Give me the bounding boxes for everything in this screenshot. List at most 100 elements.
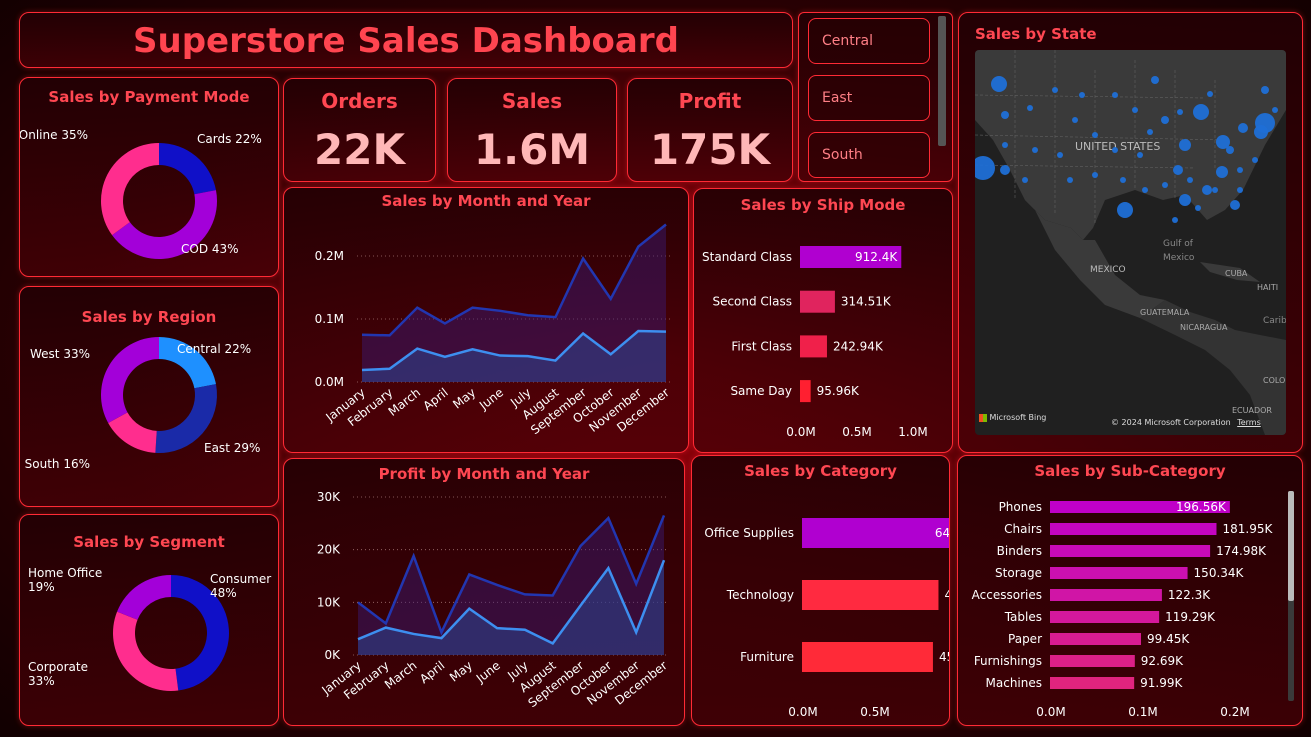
map-bubble-46 — [1272, 107, 1278, 113]
map-bubble-39 — [1002, 142, 1008, 148]
map-label-ecuador: ECUADOR — [1232, 406, 1272, 415]
map-bubble-11 — [1179, 194, 1191, 206]
category-value-label-0: 643.71K — [935, 526, 949, 540]
bing-logo: Microsoft Bing — [979, 413, 1046, 422]
segment-donut[interactable]: Consumer 48% Corporate 33% Home Office 19% — [20, 555, 278, 725]
category-panel: Sales by Category Office Supplies 643.71K… — [691, 455, 950, 726]
map-bubble-32 — [1092, 172, 1098, 178]
dashboard-title: Superstore Sales Dashboard — [133, 21, 679, 61]
map-bubble-45 — [1261, 86, 1269, 94]
map-bubble-2 — [1000, 165, 1010, 175]
ship-mode-chart[interactable]: Standard Class 912.4K Second Class 314.51K F… — [694, 221, 952, 451]
profit_month-y-tick-3: 30K — [317, 490, 341, 504]
sales_month-y-tick-1: 0.1M — [315, 312, 344, 326]
payment-slice-label-1: COD 43% — [181, 242, 239, 256]
segment-slice-label-1: Corporate 33% — [28, 660, 88, 688]
region-panel: Sales by Region Central 22% East 29% South… — [19, 286, 279, 507]
profit-month-panel: Profit by Month and Year 0K 10K 20K 30K Janu… — [283, 458, 685, 726]
region-slicer: Central East South — [798, 12, 953, 182]
map-bubble-33 — [1120, 177, 1126, 183]
slicer-item-central[interactable]: Central — [808, 18, 930, 64]
subcategory-bar-1 — [1050, 523, 1217, 535]
payment-slice-2 — [101, 143, 159, 236]
subcategory-category-label-4: Accessories — [972, 588, 1042, 602]
state-sales-map[interactable]: UNITED STATESGulf of MexicoMEXICO CUBAHAIT… — [975, 50, 1286, 435]
subcategory-value-label-8: 91.99K — [1140, 676, 1183, 690]
map-bubble-0 — [991, 76, 1007, 92]
terms-link[interactable]: Terms — [1237, 418, 1261, 427]
sales-month-title: Sales by Month and Year — [381, 192, 591, 210]
region-title: Sales by Region — [81, 308, 217, 326]
map-bubble-38 — [1237, 187, 1243, 193]
subcategory-value-label-0: 196.56K — [1176, 500, 1227, 514]
map-bubble-44 — [1132, 107, 1138, 113]
subcategory-category-label-3: Storage — [995, 566, 1042, 580]
profit-month-chart[interactable]: 0K10K20K30KJanuaryFebruaryMarchApril MayJ… — [284, 485, 684, 726]
sales_month-x-tick-2: March — [386, 385, 423, 419]
profit_month-y-tick-0: 0K — [324, 648, 341, 662]
category-value-label-2: 451.51K — [939, 650, 949, 664]
subcategory-bar-4 — [1050, 589, 1162, 601]
payment-mode-donut[interactable]: Cards 22% COD 43% Online 35% — [20, 112, 278, 272]
segment-slice-label-0: Consumer 48% — [210, 572, 271, 600]
category-value-label-1: 470.59K — [944, 588, 949, 602]
map-bubble-26 — [1207, 91, 1213, 97]
subcategory-category-label-1: Chairs — [1004, 522, 1042, 536]
subcategory-scrollbar[interactable] — [1288, 491, 1294, 701]
profit_month-x-tick-3: April — [417, 658, 447, 686]
category-category-label-2: Furniture — [740, 650, 794, 664]
subcategory-scroll-thumb[interactable] — [1288, 491, 1294, 601]
ship_mode-bar-3 — [800, 380, 811, 403]
subcategory-value-label-4: 122.3K — [1168, 588, 1211, 602]
map-bubble-21 — [1112, 147, 1118, 153]
subcategory-value-label-3: 150.34K — [1194, 566, 1245, 580]
map-bubble-13 — [1230, 200, 1240, 210]
slicer-item-east[interactable]: East — [808, 75, 930, 121]
map-bubble-22 — [1137, 152, 1143, 158]
map-bubble-25 — [1177, 109, 1183, 115]
map-label-nicaragua: NICARAGUA — [1180, 323, 1228, 332]
map-bubble-15 — [1173, 165, 1183, 175]
slicer-item-south[interactable]: South — [808, 132, 930, 178]
subcategory-bar-8 — [1050, 677, 1135, 689]
region-slice-3 — [101, 337, 159, 423]
map-bubble-19 — [1072, 117, 1078, 123]
map-bubble-12 — [1117, 202, 1133, 218]
slicer-scrollbar[interactable] — [938, 16, 946, 146]
payment-mode-panel: Sales by Payment Mode Cards 22% COD 43% On… — [19, 77, 279, 277]
subcategory-category-label-0: Phones — [999, 500, 1042, 514]
map-bubble-42 — [1079, 92, 1085, 98]
category-bar-2 — [802, 642, 933, 672]
profit_month-x-tick-4: May — [447, 658, 475, 684]
segment-title: Sales by Segment — [73, 533, 225, 551]
sales_month-x-tick-3: April — [421, 385, 451, 413]
sales_month-x-tick-5: June — [476, 385, 506, 413]
subcategory-value-label-2: 174.98K — [1216, 544, 1267, 558]
orders-card: Orders 22K — [283, 78, 436, 182]
subcategory-category-label-2: Binders — [997, 544, 1042, 558]
sales-label: Sales — [501, 89, 563, 113]
map-bubble-8 — [1179, 139, 1191, 151]
region-slice-label-1: East 29% — [204, 441, 260, 455]
subcategory-chart[interactable]: Phones 196.56K Chairs 181.95K Binders 174.98K… — [958, 486, 1278, 726]
payment-slice-0 — [159, 143, 216, 195]
map-bubble-4 — [1254, 125, 1268, 139]
map-label-haiti: HAITI — [1257, 283, 1278, 292]
map-bubble-43 — [1112, 92, 1118, 98]
subcategory-x-tick-2: 0.2M — [1220, 705, 1249, 719]
map-label-colombia: COLOM — [1263, 376, 1286, 385]
category-chart[interactable]: Office Supplies 643.71K Technology 470.59K F… — [692, 486, 949, 726]
region-donut[interactable]: Central 22% East 29% South 16% West 33% — [20, 333, 278, 503]
map-label-mexico: MEXICO — [1090, 265, 1126, 275]
sales-month-chart[interactable]: 0.0M0.1M0.2MJanuaryFebruaryMarchApril May… — [284, 212, 688, 452]
profit_month-x-tick-2: March — [382, 658, 419, 692]
map-label-caribbean: Caribb — [1263, 316, 1286, 326]
sales_month-y-tick-0: 0.0M — [315, 375, 344, 389]
map-bubble-27 — [1226, 146, 1234, 154]
map-bubble-18 — [1052, 87, 1058, 93]
map-bubble-6 — [1193, 104, 1209, 120]
ship_mode-category-label-0: Standard Class — [702, 250, 792, 264]
subcategory-value-label-7: 92.69K — [1141, 654, 1184, 668]
subcategory-value-label-6: 99.45K — [1147, 632, 1190, 646]
map-bubble-17 — [1027, 105, 1033, 111]
